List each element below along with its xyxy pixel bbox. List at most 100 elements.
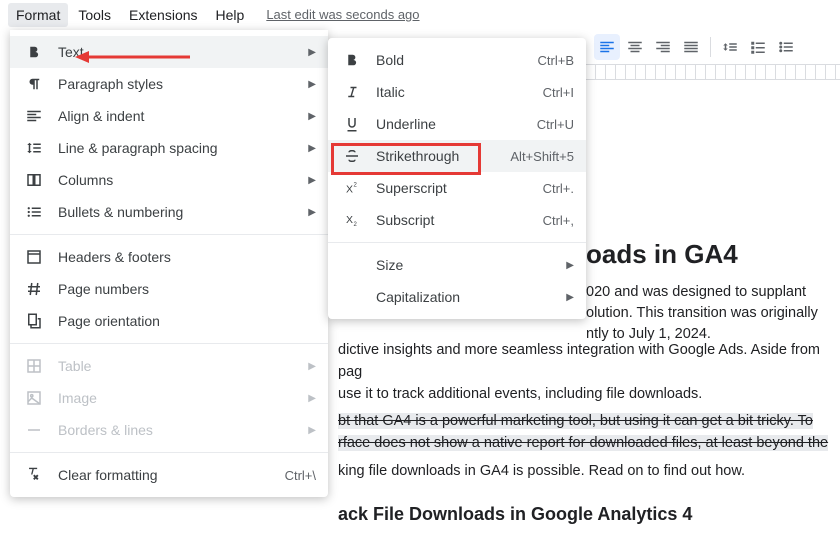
menu-page-numbers[interactable]: Page numbers: [10, 273, 328, 305]
struck-text: rface does not show a native report for …: [338, 435, 828, 451]
align-left-button[interactable]: [594, 34, 620, 60]
submenu-label: Subscript: [376, 212, 543, 228]
menu-label: Line & paragraph spacing: [58, 140, 300, 156]
heading-1: oads in GA4: [586, 235, 738, 274]
last-edit-link[interactable]: Last edit was seconds ago: [266, 7, 419, 22]
submenu-shortcut: Alt+Shift+5: [510, 149, 574, 164]
text-submenu: Bold Ctrl+B Italic Ctrl+I Underline Ctrl…: [328, 38, 586, 319]
format-dropdown: Text ▶ Paragraph styles ▶ Align & indent…: [10, 30, 328, 497]
menu-line-spacing[interactable]: Line & paragraph spacing ▶: [10, 132, 328, 164]
image-icon: [24, 388, 44, 408]
strikethrough-icon: [342, 146, 362, 166]
menu-clear-formatting[interactable]: Clear formatting Ctrl+\: [10, 459, 328, 491]
submenu-italic[interactable]: Italic Ctrl+I: [328, 76, 586, 108]
paragraph-styles-icon: [24, 74, 44, 94]
caret-right-icon: ▶: [308, 393, 316, 404]
menu-label: Table: [58, 358, 300, 374]
body-text: use it to track additional events, inclu…: [338, 386, 702, 402]
heading-2: ack File Downloads in Google Analytics 4: [338, 501, 830, 528]
submenu-label: Italic: [376, 84, 543, 100]
caret-right-icon: ▶: [308, 79, 316, 90]
body-text: 020 and was designed to supplant: [586, 284, 806, 300]
body-text: dictive insights and more seamless integ…: [338, 342, 820, 380]
menu-separator: [10, 452, 328, 453]
orientation-icon: [24, 311, 44, 331]
menubar: Format Tools Extensions Help Last edit w…: [0, 0, 840, 30]
submenu-label: Size: [376, 257, 558, 273]
columns-icon: [24, 170, 44, 190]
caret-right-icon: ▶: [308, 111, 316, 122]
headers-icon: [24, 247, 44, 267]
caret-right-icon: ▶: [308, 425, 316, 436]
toolbar-divider: [710, 37, 711, 57]
submenu-shortcut: Ctrl+,: [543, 213, 574, 228]
menu-separator: [328, 242, 586, 243]
menu-page-orientation[interactable]: Page orientation: [10, 305, 328, 337]
table-icon: [24, 356, 44, 376]
blank-icon: [342, 255, 362, 275]
svg-text:2: 2: [354, 183, 358, 189]
submenu-superscript[interactable]: X2 Superscript Ctrl+.: [328, 172, 586, 204]
submenu-shortcut: Ctrl+B: [538, 53, 574, 68]
menu-extensions[interactable]: Extensions: [121, 3, 205, 27]
menu-paragraph-styles[interactable]: Paragraph styles ▶: [10, 68, 328, 100]
align-right-button[interactable]: [650, 34, 676, 60]
line-spacing-button[interactable]: [717, 34, 743, 60]
menu-label: Borders & lines: [58, 422, 300, 438]
caret-right-icon: ▶: [566, 260, 574, 271]
menu-shortcut: Ctrl+\: [285, 468, 316, 483]
menu-table: Table ▶: [10, 350, 328, 382]
body-text: olution. This transition was originally: [586, 305, 818, 321]
align-justify-button[interactable]: [678, 34, 704, 60]
submenu-label: Strikethrough: [376, 148, 510, 164]
align-center-button[interactable]: [622, 34, 648, 60]
menu-bullets-numbering[interactable]: Bullets & numbering ▶: [10, 196, 328, 228]
italic-icon: [342, 82, 362, 102]
submenu-strikethrough[interactable]: Strikethrough Alt+Shift+5: [328, 140, 586, 172]
menu-columns[interactable]: Columns ▶: [10, 164, 328, 196]
submenu-subscript[interactable]: X2 Subscript Ctrl+,: [328, 204, 586, 236]
bold-icon: [342, 50, 362, 70]
submenu-shortcut: Ctrl+I: [543, 85, 574, 100]
submenu-bold[interactable]: Bold Ctrl+B: [328, 44, 586, 76]
menu-label: Headers & footers: [58, 249, 316, 265]
submenu-label: Superscript: [376, 180, 543, 196]
submenu-label: Underline: [376, 116, 537, 132]
menu-help[interactable]: Help: [208, 3, 253, 27]
struck-text: bt that GA4 is a powerful marketing tool…: [338, 413, 813, 429]
menu-separator: [10, 234, 328, 235]
menu-headers-footers[interactable]: Headers & footers: [10, 241, 328, 273]
toolbar: [590, 30, 840, 64]
blank-icon: [342, 287, 362, 307]
subscript-icon: X2: [342, 210, 362, 230]
menu-separator: [10, 343, 328, 344]
body-text: king file downloads in GA4 is possible. …: [338, 463, 745, 479]
submenu-size[interactable]: Size ▶: [328, 249, 586, 281]
menu-label: Page numbers: [58, 281, 316, 297]
menu-label: Image: [58, 390, 300, 406]
bulleted-list-button[interactable]: [773, 34, 799, 60]
body-text: ntly to July 1, 2024.: [586, 326, 711, 342]
submenu-shortcut: Ctrl+U: [537, 117, 574, 132]
svg-text:X: X: [346, 214, 353, 226]
menu-label: Bullets & numbering: [58, 204, 300, 220]
superscript-icon: X2: [342, 178, 362, 198]
underline-icon: [342, 114, 362, 134]
submenu-underline[interactable]: Underline Ctrl+U: [328, 108, 586, 140]
menu-format[interactable]: Format: [8, 3, 68, 27]
borders-icon: [24, 420, 44, 440]
caret-right-icon: ▶: [308, 175, 316, 186]
menu-tools[interactable]: Tools: [70, 3, 119, 27]
bullets-icon: [24, 202, 44, 222]
checklist-button[interactable]: [745, 34, 771, 60]
hash-icon: [24, 279, 44, 299]
caret-right-icon: ▶: [308, 361, 316, 372]
menu-label: Columns: [58, 172, 300, 188]
caret-right-icon: ▶: [308, 47, 316, 58]
menu-align-indent[interactable]: Align & indent ▶: [10, 100, 328, 132]
menu-label: Align & indent: [58, 108, 300, 124]
caret-right-icon: ▶: [566, 292, 574, 303]
menu-label: Paragraph styles: [58, 76, 300, 92]
menu-text[interactable]: Text ▶: [10, 36, 328, 68]
submenu-capitalization[interactable]: Capitalization ▶: [328, 281, 586, 313]
